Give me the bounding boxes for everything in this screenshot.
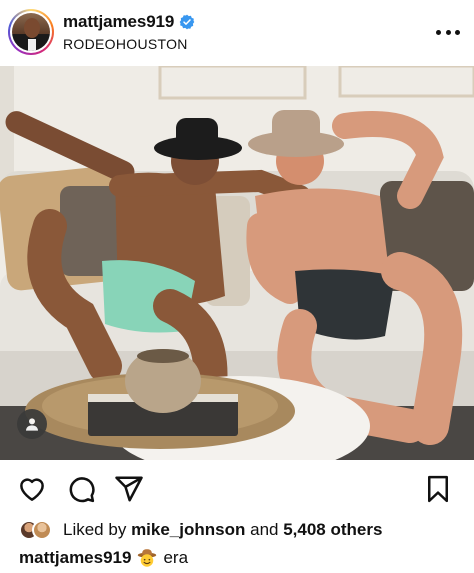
- comment-icon[interactable]: [66, 474, 96, 504]
- caption: mattjames919 era: [19, 548, 188, 568]
- likes-row: Liked by mike_johnson and 5,408 others: [19, 519, 382, 541]
- cowboy-hat-face-icon: [138, 549, 157, 567]
- post-photo[interactable]: [0, 66, 474, 460]
- likes-text: Liked by mike_johnson and 5,408 others: [63, 520, 382, 540]
- action-bar: [0, 470, 474, 506]
- username-row: mattjames919: [63, 12, 195, 32]
- share-icon[interactable]: [114, 474, 144, 504]
- username-link[interactable]: mattjames919: [63, 12, 174, 32]
- liked-by-avatars[interactable]: [19, 519, 59, 541]
- post-header: mattjames919 RODEOHOUSTON: [0, 0, 474, 66]
- liker-avatar: [32, 520, 52, 540]
- location-link[interactable]: RODEOHOUSTON: [63, 36, 188, 52]
- liked-by-user-link[interactable]: mike_johnson: [131, 520, 245, 539]
- bookmark-icon[interactable]: [423, 474, 453, 504]
- likes-connector: and: [250, 520, 279, 539]
- tagged-users-button[interactable]: [17, 409, 47, 439]
- user-tag-icon: [26, 418, 38, 431]
- more-horizontal-icon[interactable]: [436, 22, 460, 42]
- post-image: [0, 66, 474, 460]
- likes-count-link[interactable]: 5,408 others: [283, 520, 382, 539]
- heart-icon[interactable]: [17, 474, 47, 504]
- caption-text: era: [163, 548, 189, 567]
- avatar[interactable]: [8, 9, 54, 55]
- caption-username-link[interactable]: mattjames919: [19, 548, 131, 568]
- verified-badge-icon: [179, 14, 195, 30]
- likes-prefix: Liked by: [63, 520, 127, 539]
